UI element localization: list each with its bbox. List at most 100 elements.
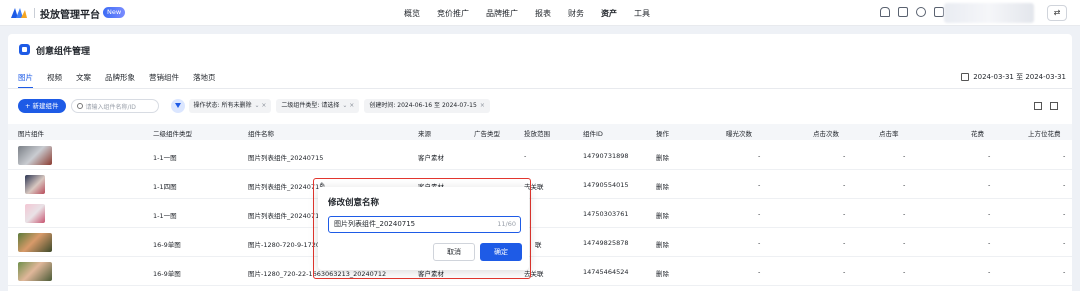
tab-videos[interactable]: 视频 [47,72,62,89]
metric-cell: - [988,210,991,218]
metric-cell: - [843,210,846,218]
delete-link[interactable]: 删除 [656,239,669,249]
name-input[interactable]: 图片列表组件_20240715 11/60 [328,216,521,233]
main-nav: 概览 竞价推广 品牌推广 报表 财务 资产 工具 [404,8,667,19]
metric-cell: - [903,239,906,247]
metric-cell: - [843,181,846,189]
scope-cell: - [524,152,527,160]
col-top-cost: 上方位花费 [1028,130,1061,138]
new-badge: New [103,7,126,18]
help-icon[interactable] [916,7,926,17]
phone-icon[interactable] [934,7,944,17]
table-header: 图片组件 二级组件类型 组件名称 来源 广告类型 投放范围 组件ID 操作 曝光… [8,124,1072,140]
nav-brand[interactable]: 品牌推广 [486,8,518,19]
filter-chip-date[interactable]: 创建时间: 2024-06-16 至 2024-07-15 × [364,99,490,113]
table-row[interactable]: 16-9单图 图片-1280_720-22-1663063213_2024071… [8,258,1072,286]
switch-button[interactable]: ⇄ [1047,5,1067,21]
metric-cell: - [988,268,991,276]
download-icon[interactable] [1050,102,1058,110]
metric-cell: - [1063,210,1066,218]
date-range-picker[interactable]: 2024-03-31 至 2024-03-31 [961,72,1066,82]
metric-cell: - [903,268,906,276]
toolbar: + 新建组件 请输入组件名称/ID 操作状态: 所有未删除 ⌄ × 二级组件类型:… [18,99,495,113]
name-input-value: 图片列表组件_20240715 [334,220,416,228]
id-cell: 14750303761 [583,210,629,218]
col-image: 图片组件 [18,130,44,138]
col-name: 组件名称 [248,130,274,138]
tabs: 图片 视频 文案 品牌形象 营销组件 落地页 [18,72,230,89]
col-subtype: 二级组件类型 [153,130,192,138]
user-account-area[interactable] [944,3,1034,23]
subtype-cell: 16-9单图 [153,270,181,278]
metric-cell: - [903,152,906,160]
name-cell: 图片列表组件_20240715 [248,154,324,162]
wallet-icon[interactable] [898,7,908,17]
metric-cell: - [843,268,846,276]
confirm-button[interactable]: 确定 [480,243,522,261]
metric-cell: - [758,181,761,189]
filter-icon[interactable] [170,99,185,113]
metric-cell: - [1063,181,1066,189]
nav-overview[interactable]: 概览 [404,8,420,19]
col-clicks: 点击次数 [813,130,839,138]
image-thumbnail[interactable] [18,146,52,165]
table-tools [1034,102,1058,110]
tab-images[interactable]: 图片 [18,72,33,89]
delete-link[interactable]: 删除 [656,268,669,278]
nav-assets[interactable]: 资产 [601,8,617,19]
metric-cell: - [758,268,761,276]
metric-cell: - [988,239,991,247]
app-title: 投放管理平台 [40,10,100,21]
delete-link[interactable]: 删除 [656,181,669,191]
date-range-text: 2024-03-31 至 2024-03-31 [973,73,1066,81]
cancel-button[interactable]: 取消 [433,243,475,261]
nav-finance[interactable]: 财务 [568,8,584,19]
table-row[interactable]: 1-1一图 图片列表组件_20240715 客户素材 - 14790731898… [8,142,1072,170]
rename-dialog: 修改创意名称 图片列表组件_20240715 11/60 取消 确定 [318,187,529,270]
table-row[interactable]: 1-1一图 图片列表组件_20240712 14750303761 删除 - -… [8,200,1072,228]
tab-marketing[interactable]: 营销组件 [149,72,179,89]
delete-link[interactable]: 删除 [656,152,669,162]
new-component-button[interactable]: + 新建组件 [18,99,66,113]
filter-chip-status[interactable]: 操作状态: 所有未删除 ⌄ × [188,99,272,113]
id-cell: 14745464524 [583,268,629,276]
tabs-divider [8,88,1072,89]
dialog-title: 修改创意名称 [328,198,380,208]
logo-icon[interactable] [10,6,28,19]
search-icon [76,103,83,109]
top-bar: 投放管理平台 New 概览 竞价推广 品牌推广 报表 财务 资产 工具 ⇄ [0,0,1080,26]
nav-bidding[interactable]: 竞价推广 [437,8,469,19]
calendar-icon [961,73,970,81]
scope-cell[interactable]: 联 [535,239,542,249]
image-thumbnail[interactable] [18,262,52,281]
col-adtype: 广告类型 [474,130,500,138]
nav-reports[interactable]: 报表 [535,8,551,19]
nav-tools[interactable]: 工具 [634,8,650,19]
columns-icon[interactable] [1034,102,1042,110]
tab-brand-image[interactable]: 品牌形象 [105,72,135,89]
source-cell: 客户素材 [418,154,444,162]
tab-landing[interactable]: 落地页 [193,72,216,89]
image-thumbnail[interactable] [18,233,52,252]
top-icons [880,7,944,17]
search-input[interactable]: 请输入组件名称/ID [70,99,159,113]
page-header: 创意组件管理 [8,34,1072,66]
table-row[interactable]: 1-1四图 图片列表组件_20240715 ✎ 客户素材 去关联 1479055… [8,171,1072,199]
image-thumbnail[interactable] [25,175,45,194]
bell-icon[interactable] [880,7,890,17]
col-ctr: 点击率 [879,130,899,138]
main-panel: 图片 视频 文案 品牌形象 营销组件 落地页 2024-03-31 至 2024… [8,66,1072,291]
col-scope: 投放范围 [524,130,550,138]
metric-cell: - [1063,152,1066,160]
tab-copy[interactable]: 文案 [76,72,91,89]
char-counter: 11/60 [497,220,516,228]
metric-cell: - [1063,268,1066,276]
metric-cell: - [903,210,906,218]
metric-cell: - [758,210,761,218]
delete-link[interactable]: 删除 [656,210,669,220]
table-row[interactable]: 16-9单图 图片-1280-720-9-17207 联 14749825878… [8,229,1072,257]
metric-cell: - [988,181,991,189]
subtype-cell: 1-1一图 [153,154,177,162]
image-thumbnail[interactable] [25,204,45,223]
filter-chip-subtype[interactable]: 二级组件类型: 请选择 ⌄ × [276,99,360,113]
